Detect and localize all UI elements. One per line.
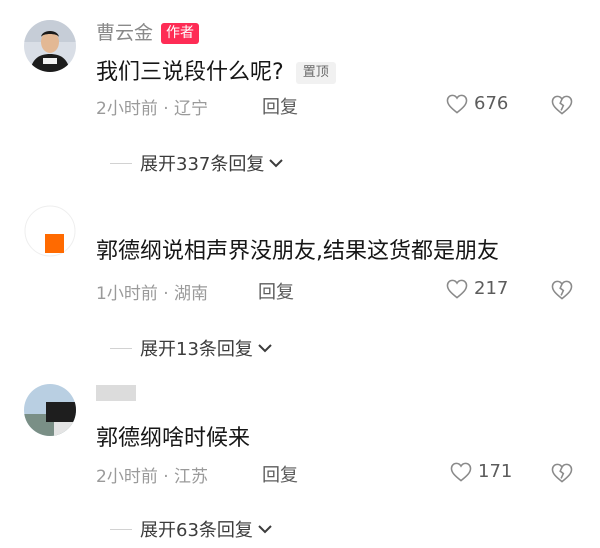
avatar[interactable] (24, 384, 76, 436)
username-text: 曹云金 (96, 22, 154, 44)
heart-outline-icon (450, 462, 472, 482)
like-count: 217 (474, 278, 509, 299)
chevron-down-icon (258, 525, 272, 534)
username[interactable] (96, 382, 136, 404)
avatar[interactable] (24, 20, 76, 72)
broken-heart-icon (551, 280, 573, 300)
heart-outline-icon (446, 279, 468, 299)
like-button[interactable]: 171 (450, 461, 512, 482)
comment-item: 郭德纲啥时候来 2小时前 · 江苏 回复 171 展开63条回复 (0, 370, 600, 548)
comment-body: 郭德纲啥时候来 (96, 426, 251, 451)
dislike-button[interactable] (551, 463, 573, 487)
broken-heart-icon (551, 95, 573, 115)
like-button[interactable]: 676 (446, 93, 508, 114)
divider (110, 162, 132, 164)
pinned-badge: 置顶 (295, 62, 336, 84)
expand-replies-button[interactable]: 展开63条回复 (110, 516, 273, 542)
reply-button[interactable]: 回复 (262, 461, 298, 487)
divider (110, 528, 132, 530)
comment-body: 我们三说段什么呢? (96, 60, 284, 85)
expand-replies-button[interactable]: 展开13条回复 (110, 335, 273, 361)
like-button[interactable]: 217 (446, 278, 508, 299)
avatar[interactable] (24, 205, 76, 257)
chevron-down-icon (258, 344, 272, 353)
comment-body: 郭德纲说相声界没朋友,结果这货都是朋友 (96, 239, 499, 264)
expand-replies-label: 展开337条回复 (140, 154, 265, 175)
like-count: 676 (474, 93, 509, 114)
blurred-username (96, 385, 136, 401)
author-badge: 作者 (161, 23, 200, 44)
dislike-button[interactable] (551, 95, 573, 119)
comment-meta: 2小时前 · 江苏 (96, 467, 209, 487)
divider (110, 347, 132, 349)
username[interactable]: 曹云金 作者 (96, 18, 200, 45)
dislike-button[interactable] (551, 280, 573, 304)
expand-replies-label: 展开13条回复 (140, 339, 253, 360)
comment-meta: 2小时前 · 辽宁 (96, 99, 209, 119)
comment-meta: 1小时前 · 湖南 (96, 284, 209, 304)
expand-replies-button[interactable]: 展开337条回复 (110, 150, 284, 176)
broken-heart-icon (551, 463, 573, 483)
comment-item: 曹云金 作者 我们三说段什么呢? 置顶 2小时前 · 辽宁 回复 676 展开337… (0, 0, 600, 185)
expand-replies-label: 展开63条回复 (140, 520, 253, 541)
reply-button[interactable]: 回复 (258, 278, 294, 304)
comment-item: 郭德纲说相声界没朋友,结果这货都是朋友 1小时前 · 湖南 回复 217 展开1… (0, 185, 600, 370)
reply-button[interactable]: 回复 (262, 93, 298, 119)
chevron-down-icon (269, 159, 284, 168)
heart-outline-icon (446, 94, 468, 114)
comment-text: 我们三说段什么呢? 置顶 (96, 54, 336, 86)
like-count: 171 (478, 461, 513, 482)
